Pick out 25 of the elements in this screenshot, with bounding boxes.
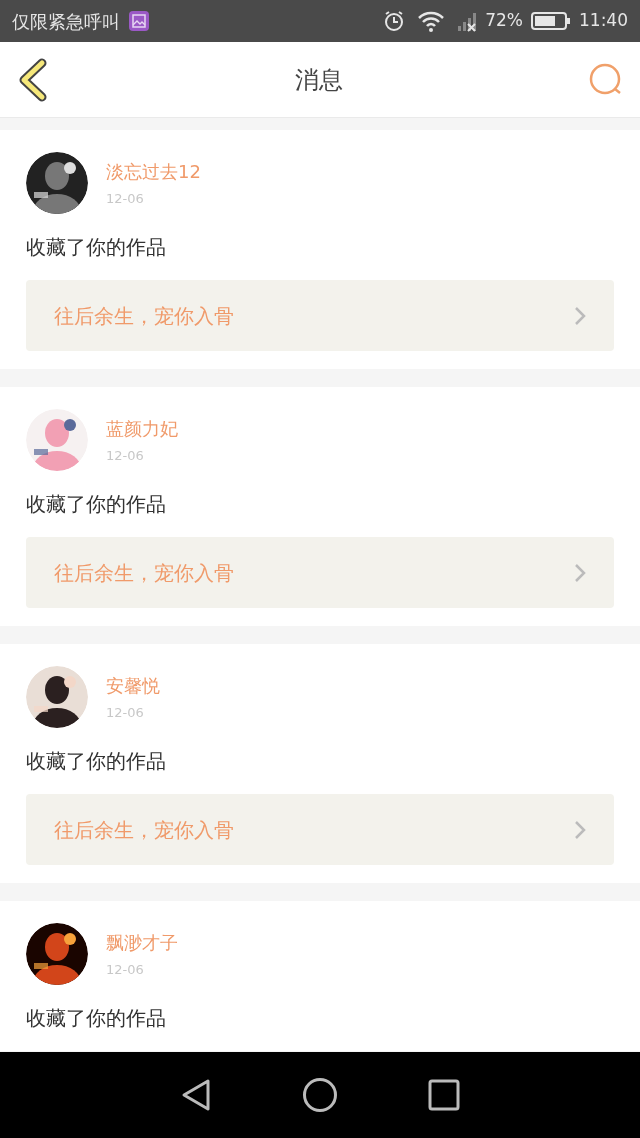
gallery-icon [128, 10, 150, 32]
wifi-icon [417, 10, 446, 32]
work-link[interactable]: 往后余生，宠你入骨 [26, 280, 614, 351]
chevron-right-icon [574, 305, 586, 326]
chevron-right-icon [574, 819, 586, 840]
clock-time: 11:40 [579, 9, 628, 33]
user-name[interactable]: 飘渺才子 [106, 928, 178, 956]
alarm-icon [383, 10, 406, 32]
message-text: 收藏了你的作品 [26, 491, 167, 518]
user-name[interactable]: 安馨悦 [106, 671, 160, 699]
message-text: 收藏了你的作品 [26, 234, 167, 261]
recents-nav-button[interactable] [428, 1079, 460, 1111]
home-nav-button[interactable] [302, 1077, 338, 1113]
work-link[interactable]: 往后余生，宠你入骨 [26, 537, 614, 608]
chevron-right-icon [574, 562, 586, 583]
back-nav-button[interactable] [180, 1078, 212, 1112]
message-text: 收藏了你的作品 [26, 1005, 167, 1032]
work-link[interactable]: 往后余生，宠你入骨 [26, 794, 614, 865]
battery-percent: 72% [485, 9, 523, 33]
battery-icon [531, 11, 571, 31]
user-name[interactable]: 淡忘过去12 [106, 157, 201, 185]
page-title: 消息 [295, 64, 343, 96]
message-text: 收藏了你的作品 [26, 748, 167, 775]
status-text: 仅限紧急呼叫 [12, 9, 120, 34]
user-name[interactable]: 蓝颜力妃 [106, 414, 178, 442]
